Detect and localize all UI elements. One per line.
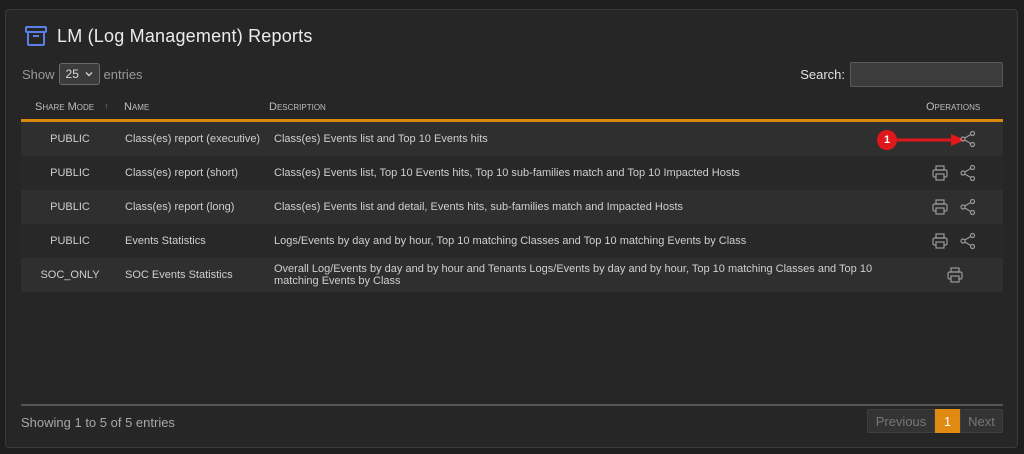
print-icon[interactable] <box>931 198 949 216</box>
annotation-badge: 1 <box>877 130 897 150</box>
pagination: Previous 1 Next <box>867 409 1003 433</box>
row-description: Class(es) Events list and detail, Events… <box>274 201 684 213</box>
share-icon[interactable] <box>959 164 977 182</box>
share-icon[interactable] <box>959 198 977 216</box>
reports-table: Share Mode ↑ Name Description Operations… <box>21 92 1003 292</box>
search-input[interactable] <box>850 62 1003 87</box>
search-label: Search: <box>800 67 845 82</box>
archive-box-icon <box>25 26 47 46</box>
table-row: PUBLIC Class(es) report (long) Class(es)… <box>21 190 1003 224</box>
row-share-mode: PUBLIC <box>50 133 90 145</box>
row-name: Class(es) report (executive) <box>125 133 261 145</box>
row-description: Class(es) Events list, Top 10 Events hit… <box>274 167 740 179</box>
page-title: LM (Log Management) Reports <box>57 25 313 46</box>
row-operations <box>931 224 977 258</box>
row-name: Events Statistics <box>125 235 206 247</box>
next-button[interactable]: Next <box>960 409 1003 433</box>
entries-select-value: 25 <box>65 67 79 81</box>
table-row: PUBLIC Class(es) report (short) Class(es… <box>21 156 1003 190</box>
table-info: Showing 1 to 5 of 5 entries <box>21 415 175 430</box>
panel-header: LM (Log Management) Reports <box>24 24 313 48</box>
row-description: Class(es) Events list and Top 10 Events … <box>274 133 488 145</box>
annotation-arrow <box>897 134 965 146</box>
table-row: PUBLIC Class(es) report (executive) Clas… <box>21 122 1003 156</box>
row-operations <box>931 190 977 224</box>
row-share-mode: SOC_ONLY <box>40 269 100 281</box>
table-header: Share Mode ↑ Name Description Operations <box>21 92 1003 122</box>
row-name: Class(es) report (long) <box>125 201 235 213</box>
entries-label: entries <box>103 66 143 82</box>
chevron-down-icon <box>85 72 93 77</box>
row-share-mode: PUBLIC <box>50 235 90 247</box>
table-row: SOC_ONLY SOC Events Statistics Overall L… <box>21 258 1003 292</box>
table-row: PUBLIC Events Statistics Logs/Events by … <box>21 224 1003 258</box>
column-operations: Operations <box>926 101 981 113</box>
table-footer-divider <box>21 404 1003 406</box>
search-control: Search: <box>800 62 1003 87</box>
share-icon[interactable] <box>959 130 977 148</box>
column-name[interactable]: Name <box>124 101 149 113</box>
row-description: Logs/Events by day and by hour, Top 10 m… <box>274 235 747 247</box>
row-name: Class(es) report (short) <box>125 167 239 179</box>
row-operations <box>959 122 977 156</box>
print-icon[interactable] <box>946 266 964 284</box>
share-icon[interactable] <box>959 232 977 250</box>
entries-select[interactable]: 25 <box>58 63 100 85</box>
column-description[interactable]: Description <box>269 101 326 113</box>
row-operations <box>931 156 977 190</box>
row-name: SOC Events Statistics <box>125 269 233 281</box>
page-length-control: Show 25 entries <box>22 63 143 85</box>
row-share-mode: PUBLIC <box>50 201 90 213</box>
print-icon[interactable] <box>931 164 949 182</box>
previous-button[interactable]: Previous <box>867 409 935 433</box>
row-description: Overall Log/Events by day and by hour an… <box>274 263 873 287</box>
row-operations <box>946 258 964 292</box>
sort-arrow-icon[interactable]: ↑ <box>104 101 109 111</box>
reports-panel: LM (Log Management) Reports Show 25 entr… <box>5 9 1018 448</box>
row-share-mode: PUBLIC <box>50 167 90 179</box>
show-label: Show <box>22 66 55 82</box>
column-share-mode[interactable]: Share Mode <box>35 101 94 113</box>
page-1-button[interactable]: 1 <box>935 409 960 433</box>
print-icon[interactable] <box>931 232 949 250</box>
